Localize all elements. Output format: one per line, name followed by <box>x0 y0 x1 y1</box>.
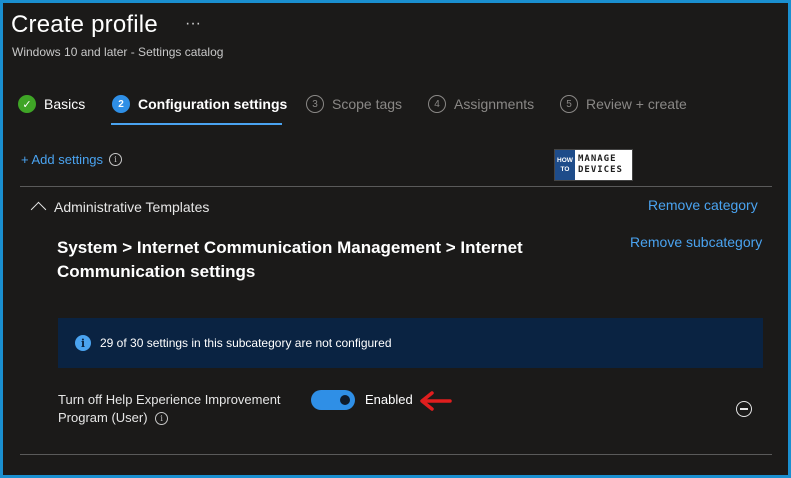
red-arrow-icon <box>420 391 452 411</box>
category-name: Administrative Templates <box>54 199 210 215</box>
setting-label: Turn off Help Experience Improvement Pro… <box>58 391 298 427</box>
logo-text: HOW <box>557 157 573 164</box>
step-basics[interactable]: ✓ Basics <box>18 95 85 113</box>
step-number: 3 <box>306 95 324 113</box>
step-number: 4 <box>428 95 446 113</box>
info-banner: i 29 of 30 settings in this subcategory … <box>58 318 763 368</box>
active-step-indicator <box>111 123 282 125</box>
page-subtitle: Windows 10 and later - Settings catalog <box>12 45 224 59</box>
step-scope-tags[interactable]: 3 Scope tags <box>306 95 402 113</box>
page-title: Create profile <box>11 11 158 38</box>
step-label: Scope tags <box>332 96 403 112</box>
category-header[interactable]: Administrative Templates <box>30 199 210 218</box>
info-icon: i <box>75 335 91 351</box>
chevron-up-icon[interactable] <box>30 201 47 218</box>
add-settings-label: + Add settings <box>21 152 104 167</box>
info-icon[interactable]: i <box>109 153 123 166</box>
setting-name-text: Turn off Help Experience Improvement Pro… <box>58 392 281 425</box>
add-settings-link[interactable]: + Add settings i <box>21 152 123 167</box>
toggle-knob <box>340 395 350 405</box>
step-label: Review + create <box>586 96 687 112</box>
setting-toggle[interactable] <box>311 390 355 410</box>
banner-text: 29 of 30 settings in this subcategory ar… <box>100 336 392 350</box>
remove-setting-button[interactable] <box>736 401 752 417</box>
step-label: Basics <box>44 96 86 112</box>
divider <box>20 186 772 187</box>
logo-left-block: HOW TO <box>555 150 575 180</box>
step-label: Configuration settings <box>138 96 288 112</box>
checkmark-icon: ✓ <box>18 95 36 113</box>
step-number: 5 <box>560 95 578 113</box>
logo-text: MANAGE <box>578 154 617 164</box>
toggle-state-label: Enabled <box>365 392 413 407</box>
subcategory-title: System > Internet Communication Manageme… <box>57 238 523 281</box>
brand-logo: HOW TO MANAGE DEVICES <box>554 149 633 181</box>
step-review-create[interactable]: 5 Review + create <box>560 95 687 113</box>
logo-text: DEVICES <box>578 165 623 175</box>
step-number: 2 <box>112 95 130 113</box>
remove-subcategory-link[interactable]: Remove subcategory <box>630 234 762 250</box>
step-assignments[interactable]: 4 Assignments <box>428 95 534 113</box>
more-options-button[interactable]: ··· <box>185 15 201 33</box>
divider <box>20 454 772 455</box>
step-label: Assignments <box>454 96 535 112</box>
logo-right-block: MANAGE DEVICES <box>575 150 632 180</box>
window-frame: Create profile ··· Windows 10 and later … <box>0 0 791 478</box>
logo-text: TO <box>560 166 570 173</box>
info-icon[interactable]: i <box>155 412 169 426</box>
remove-category-link[interactable]: Remove category <box>648 197 758 213</box>
step-configuration-settings[interactable]: 2 Configuration settings <box>112 95 287 113</box>
